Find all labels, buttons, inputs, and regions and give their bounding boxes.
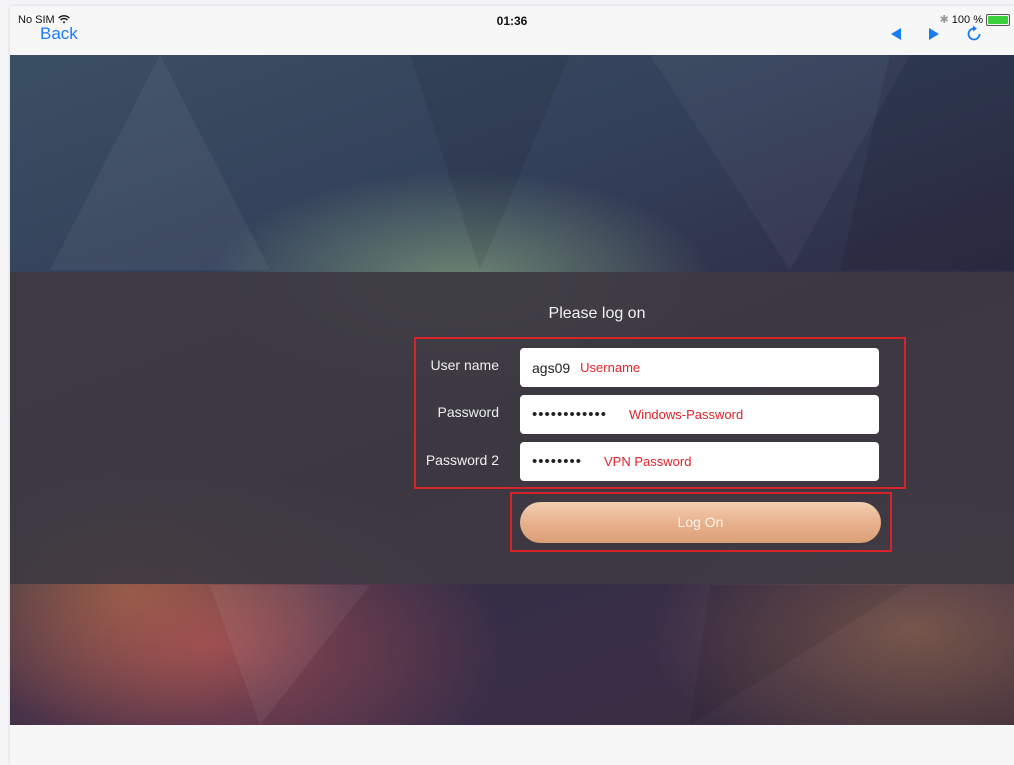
login-title: Please log on <box>548 305 646 322</box>
logon-button[interactable]: Log On <box>520 502 881 543</box>
password2-value: •••••••• <box>532 453 583 470</box>
password2-annotation: VPN Password <box>604 454 692 469</box>
app-window: No SIM 01:36 ✱ 100 % Back Please log on … <box>10 6 1014 765</box>
bottom-bar <box>10 725 1014 765</box>
username-field[interactable]: ags09 Username <box>520 348 879 387</box>
back-button[interactable]: Back <box>40 24 78 44</box>
back-arrow-icon[interactable] <box>888 26 904 47</box>
password2-field[interactable]: •••••••• VPN Password <box>520 442 879 481</box>
username-label: User name <box>430 357 499 373</box>
clock: 01:36 <box>496 14 528 28</box>
web-content: Please log on User name ags09 Username P… <box>10 55 1014 725</box>
password-value: •••••••••••• <box>532 406 608 423</box>
status-nav-bar: No SIM 01:36 ✱ 100 % Back <box>10 6 1014 54</box>
forward-arrow-icon[interactable] <box>926 26 942 47</box>
password-annotation: Windows-Password <box>629 407 744 422</box>
login-panel: Please log on User name ags09 Username P… <box>10 272 1014 584</box>
password-label: Password <box>437 404 499 420</box>
nav-icons <box>888 24 984 49</box>
password-field[interactable]: •••••••••••• Windows-Password <box>520 395 879 434</box>
username-value: ags09 <box>532 359 571 376</box>
username-annotation: Username <box>580 360 641 375</box>
refresh-icon[interactable] <box>964 24 984 49</box>
password2-label: Password 2 <box>425 452 499 468</box>
battery-icon <box>986 13 1010 26</box>
